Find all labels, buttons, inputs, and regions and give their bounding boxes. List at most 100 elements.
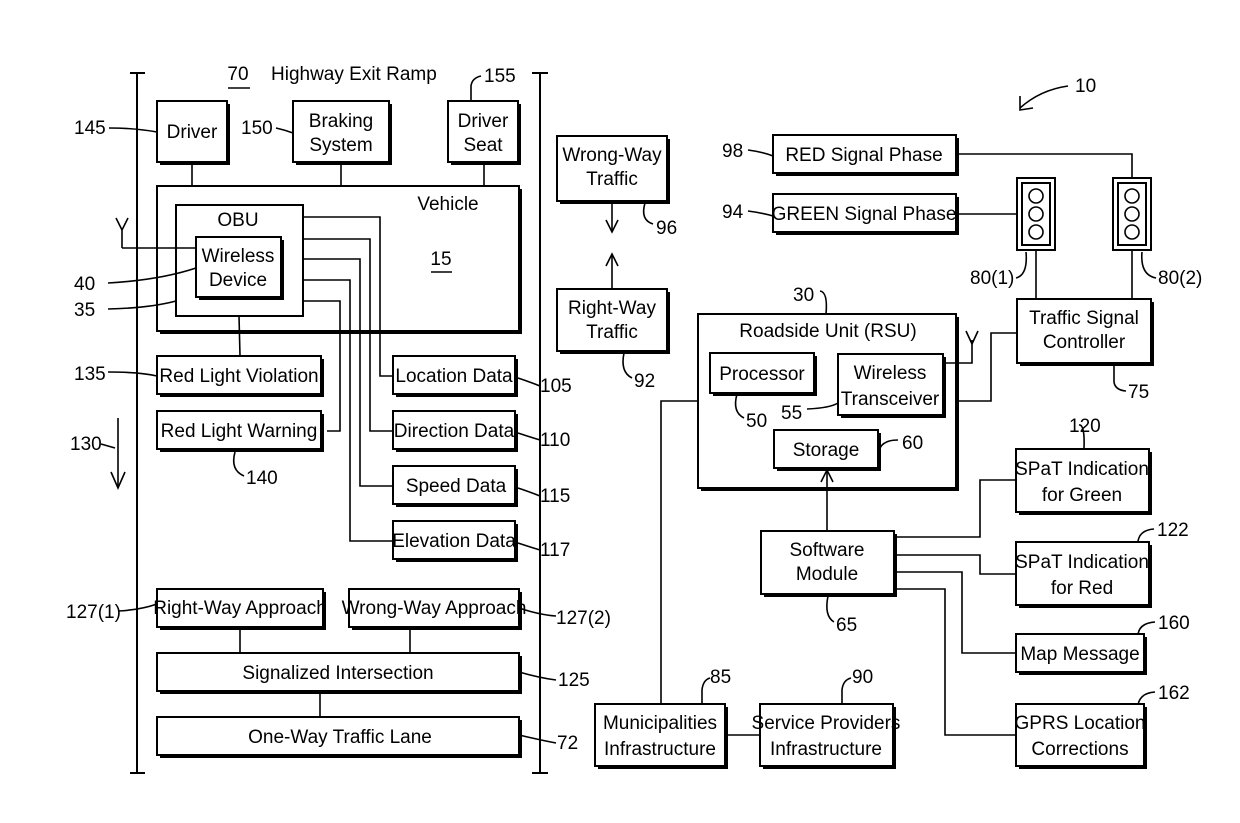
wireless-transceiver-label-1: Wireless [854, 363, 927, 384]
signalized-intersection-label: Signalized Intersection [242, 663, 433, 684]
wrong-way-approach-ref: 127(2) [556, 608, 611, 629]
right-way-approach-box: Right-Way Approach [153, 588, 327, 630]
region-ref: 70 [227, 64, 248, 85]
one-way-lane-box: One-Way Traffic Lane [156, 716, 522, 758]
region-title: Highway Exit Ramp [271, 64, 437, 85]
gprs-label-2: Corrections [1031, 739, 1128, 760]
signalized-intersection-box: Signalized Intersection [156, 652, 522, 694]
red-light-warning-label: Red Light Warning [161, 421, 318, 442]
municipalities-label-1: Municipalities [603, 713, 717, 734]
direction-data-label: Direction Data [394, 421, 515, 442]
software-module-connectors [894, 479, 1016, 736]
wrong-way-traffic-box: Wrong-Way Traffic [556, 135, 670, 204]
location-data-box: Location Data [392, 355, 518, 397]
figure-ref-arrow-icon [1019, 85, 1069, 111]
spat-red-box: SPaT Indication for Red [1015, 541, 1152, 608]
elevation-data-ref: 117 [540, 540, 570, 561]
software-module-label-2: Module [796, 564, 858, 585]
driver-seat-ref: 155 [484, 66, 516, 87]
green-signal-phase-ref: 94 [722, 202, 744, 223]
right-way-traffic-label-2: Traffic [586, 322, 638, 343]
braking-system-box: Braking System [292, 100, 392, 165]
spat-green-box: SPaT Indication for Green [1015, 448, 1152, 515]
red-light-violation-box: Red Light Violation [156, 355, 324, 397]
driver-ref: 145 [74, 118, 106, 139]
figure-ref: 10 [1075, 76, 1096, 97]
storage-label: Storage [793, 440, 860, 461]
traffic-light-2-ref: 80(2) [1158, 268, 1202, 289]
wrong-way-approach-label: Wrong-Way Approach [342, 598, 527, 619]
speed-data-label: Speed Data [406, 476, 507, 497]
direction-data-box: Direction Data [392, 410, 518, 452]
wrong-way-traffic-ref: 96 [656, 218, 677, 239]
one-way-lane-label: One-Way Traffic Lane [248, 727, 432, 748]
storage-box: Storage [773, 429, 881, 471]
traffic-signal-controller-box: Traffic Signal Controller [1016, 298, 1154, 366]
right-way-arrow-icon [605, 252, 619, 290]
driver-box: Driver [156, 100, 230, 165]
elevation-data-box: Elevation Data [392, 520, 518, 562]
obu-ref: 35 [74, 300, 95, 321]
red-signal-phase-label: RED Signal Phase [785, 145, 942, 166]
gprs-ref: 162 [1158, 683, 1190, 704]
travel-direction-arrow-icon [110, 418, 126, 490]
red-signal-phase-ref: 98 [722, 141, 743, 162]
red-light-violation-label: Red Light Violation [159, 366, 318, 387]
wireless-device-box: Wireless Device [195, 236, 284, 300]
wrong-way-approach-box: Wrong-Way Approach [342, 588, 527, 630]
processor-box: Processor [709, 352, 817, 396]
wireless-transceiver-ref: 55 [781, 403, 802, 424]
driver-seat-label-2: Seat [463, 135, 503, 156]
spat-green-label-2: for Green [1042, 485, 1122, 506]
elevation-data-label: Elevation Data [392, 531, 516, 552]
vehicle-ref: 15 [430, 249, 451, 270]
software-module-box: Software Module [760, 530, 897, 597]
wrong-way-traffic-label-1: Wrong-Way [562, 145, 662, 166]
municipalities-ref: 85 [710, 667, 731, 688]
right-way-traffic-label-1: Right-Way [568, 298, 656, 319]
obu-title: OBU [217, 210, 258, 231]
spat-red-label-1: SPaT Indication [1015, 552, 1149, 573]
spat-green-ref: 120 [1069, 416, 1101, 437]
driver-seat-label-1: Driver [458, 111, 509, 132]
direction-data-ref: 110 [540, 430, 570, 451]
tsc-label-1: Traffic Signal [1029, 308, 1139, 329]
gprs-box: GPRS Location Corrections [1015, 703, 1147, 769]
municipalities-label-2: Infrastructure [604, 739, 716, 760]
storage-arrow-icon [820, 468, 834, 531]
gprs-label-1: GPRS Location [1015, 713, 1146, 734]
wireless-device-ref: 40 [74, 274, 95, 295]
right-way-traffic-ref: 92 [634, 371, 655, 392]
one-way-lane-ref: 72 [557, 733, 578, 754]
traffic-light-1-icon [1016, 177, 1056, 251]
signalized-intersection-ref: 125 [558, 670, 590, 691]
braking-system-label-1: Braking [309, 111, 373, 132]
wrong-way-arrow-icon [605, 203, 619, 234]
red-light-violation-ref: 135 [74, 364, 106, 385]
service-providers-ref: 90 [852, 667, 873, 688]
wireless-transceiver-label-2: Transceiver [841, 389, 940, 410]
direction-arrow-ref: 130 [70, 434, 102, 455]
speed-data-ref: 115 [540, 486, 570, 507]
location-data-ref: 105 [540, 376, 572, 397]
spat-red-label-2: for Red [1051, 578, 1113, 599]
red-signal-phase-box: RED Signal Phase [772, 134, 959, 176]
system-diagram: 70 Highway Exit Ramp Driver 145 Braking … [66, 64, 1202, 774]
processor-label: Processor [719, 364, 805, 385]
braking-system-label-2: System [309, 135, 372, 156]
wireless-device-label-1: Wireless [202, 246, 275, 267]
storage-ref: 60 [902, 433, 923, 454]
service-providers-label-1: Service Providers [752, 713, 901, 734]
braking-system-ref: 150 [241, 118, 273, 139]
right-way-traffic-box: Right-Way Traffic [556, 288, 670, 354]
location-data-label: Location Data [395, 366, 513, 387]
wrong-way-traffic-label-2: Traffic [586, 169, 638, 190]
software-module-ref: 65 [836, 615, 857, 636]
wireless-transceiver-box: Wireless Transceiver [837, 353, 946, 418]
vehicle-title: Vehicle [417, 194, 478, 215]
map-message-box: Map Message [1015, 633, 1147, 675]
municipalities-box: Municipalities Infrastructure [594, 703, 728, 769]
software-module-label-1: Software [790, 540, 865, 561]
traffic-signal-controller-ref: 75 [1128, 382, 1149, 403]
wireless-device-label-2: Device [209, 270, 267, 291]
